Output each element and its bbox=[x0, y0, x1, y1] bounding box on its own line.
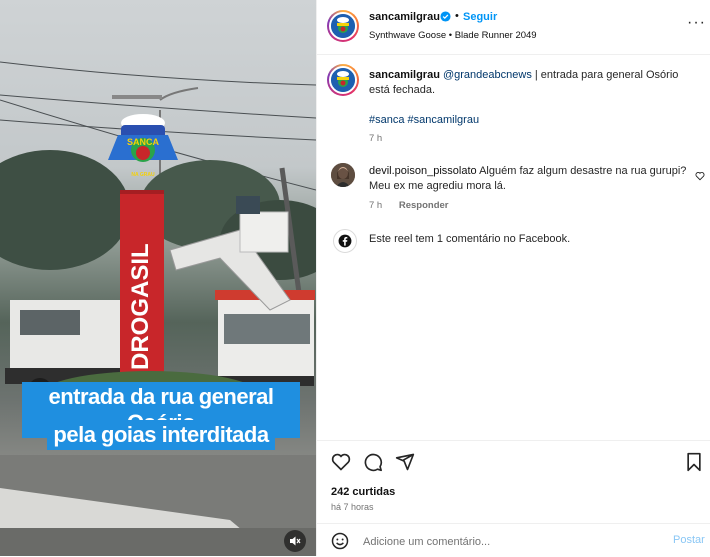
comment-bubble-icon[interactable] bbox=[363, 452, 383, 472]
reel-viewer: DROGASIL SANCA NA GRAU entrada da rua ge… bbox=[0, 0, 710, 556]
caption-hashtags[interactable]: #sanca #sancamilgrau bbox=[369, 114, 479, 126]
sanca-logo: SANCA NA GRAU bbox=[108, 114, 178, 178]
comment-time: 7 h bbox=[369, 200, 383, 211]
video-scene: DROGASIL SANCA NA GRAU bbox=[0, 61, 316, 556]
actions-divider bbox=[317, 440, 710, 441]
caption-mention[interactable]: @grandeabcnews bbox=[443, 69, 532, 81]
mute-button[interactable] bbox=[284, 530, 306, 552]
post-time-ago: há 7 horas bbox=[331, 502, 374, 512]
commenter-avatar[interactable] bbox=[331, 163, 355, 187]
post-comment-button[interactable]: Postar bbox=[673, 534, 705, 546]
verified-badge-icon bbox=[440, 11, 451, 22]
caption-line2-text: pela goias interditada bbox=[47, 420, 275, 450]
save-bookmark-icon[interactable] bbox=[685, 452, 703, 472]
more-options-button[interactable]: ··· bbox=[687, 14, 706, 32]
add-comment-input[interactable] bbox=[361, 531, 655, 553]
like-heart-icon[interactable] bbox=[331, 452, 351, 472]
facebook-icon bbox=[338, 234, 352, 248]
reel-video[interactable]: DROGASIL SANCA NA GRAU entrada da rua ge… bbox=[0, 0, 316, 556]
follow-button[interactable]: Seguir bbox=[463, 11, 497, 23]
add-comment-bar: Postar bbox=[317, 523, 710, 557]
sanca-avatar-icon bbox=[331, 68, 355, 92]
post-caption: sancamilgrau @grandeabcnews | entrada pa… bbox=[369, 68, 689, 98]
audio-track-link[interactable]: Synthwave Goose • Blade Runner 2049 bbox=[369, 30, 537, 41]
logo-bottom-text: NA GRAU bbox=[131, 172, 155, 178]
facebook-icon-wrap bbox=[333, 229, 357, 253]
sanca-avatar-icon bbox=[331, 14, 355, 38]
post-panel: sancamilgrau • Seguir Synthwave Goose • … bbox=[316, 0, 710, 556]
video-caption-line2: pela goias interditada bbox=[22, 420, 300, 450]
post-header: sancamilgrau • Seguir Synthwave Goose • … bbox=[317, 0, 710, 55]
caption-username[interactable]: sancamilgrau bbox=[369, 69, 440, 81]
user-photo-icon bbox=[331, 163, 355, 187]
sign-text: DROGASIL bbox=[127, 243, 154, 370]
header-avatar[interactable] bbox=[329, 12, 357, 40]
logo-top-text: SANCA bbox=[127, 137, 160, 147]
comment: devil.poison_pissolato Alguém faz algum … bbox=[369, 164, 689, 194]
emoji-smiley-icon[interactable] bbox=[331, 532, 349, 550]
header-separator: • bbox=[455, 10, 459, 22]
muted-speaker-icon bbox=[290, 536, 301, 546]
header-username[interactable]: sancamilgrau bbox=[369, 11, 440, 23]
likes-count[interactable]: 242 curtidas bbox=[331, 486, 395, 498]
caption-time: 7 h bbox=[369, 133, 383, 144]
caption-avatar[interactable] bbox=[329, 66, 357, 94]
like-comment-heart-icon[interactable] bbox=[695, 171, 705, 181]
comment-username[interactable]: devil.poison_pissolato bbox=[369, 165, 477, 177]
reply-button[interactable]: Responder bbox=[399, 200, 449, 211]
comment-meta: 7 h Responder bbox=[369, 200, 462, 211]
share-send-icon[interactable] bbox=[395, 452, 415, 472]
facebook-comments-text[interactable]: Este reel tem 1 comentário no Facebook. bbox=[369, 233, 570, 245]
